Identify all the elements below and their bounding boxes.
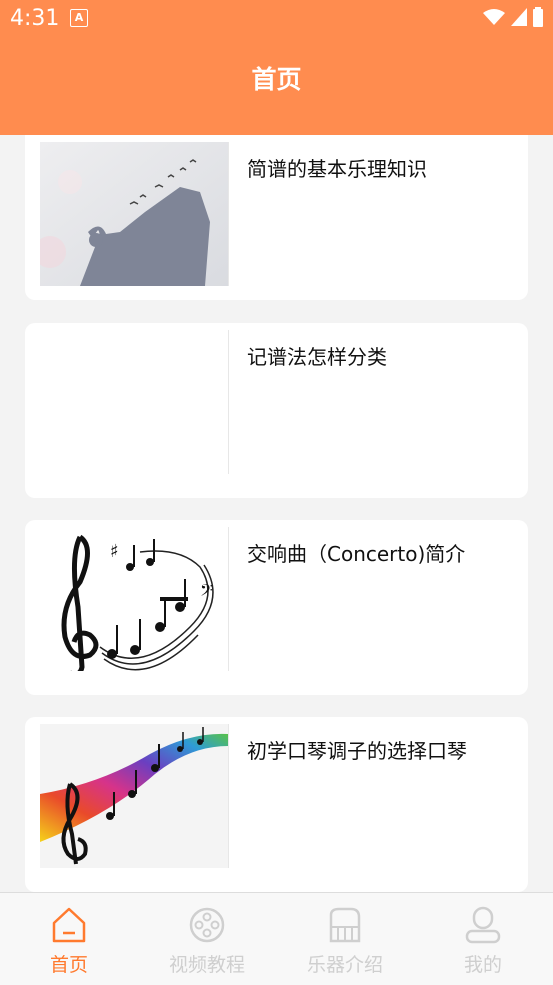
tab-home[interactable]: 首页 [0, 893, 138, 985]
article-title: 记谱法怎样分类 [247, 345, 387, 369]
rainbow-notes-image [40, 727, 228, 865]
svg-text:𝄢: 𝄢 [200, 580, 213, 604]
system-icons [483, 7, 543, 27]
article-thumbnail: ♯ 𝄢 [40, 527, 229, 671]
svg-text:♯: ♯ [110, 541, 119, 562]
tab-label: 首页 [49, 954, 88, 976]
music-notes-image: ♯ 𝄢 [61, 534, 214, 671]
article-thumbnail [40, 330, 229, 474]
app-header: 4:31 A 首页 [0, 0, 553, 135]
film-reel-icon [189, 907, 225, 943]
signal-icon [511, 8, 527, 26]
user-icon [465, 906, 501, 944]
article-title: 初学口琴调子的选择口琴 [247, 739, 467, 763]
tab-instruments[interactable]: 乐器介绍 [276, 893, 414, 985]
tab-profile[interactable]: 我的 [414, 893, 552, 985]
article-title: 交响曲（Concerto)简介 [247, 542, 466, 566]
page-title: 首页 [251, 65, 302, 94]
tab-label: 我的 [463, 954, 502, 976]
article-card[interactable]: ♯ 𝄢 交响曲（Concerto)简介 [25, 520, 528, 695]
tab-video-tutorials[interactable]: 视频教程 [138, 893, 276, 985]
bottom-tab-bar: 首页 视频教程 乐器介绍 我的 [0, 892, 553, 985]
article-card[interactable]: 简谱的基本乐理知识 [25, 135, 528, 300]
battery-icon [533, 7, 543, 27]
article-card[interactable]: 初学口琴调子的选择口琴 [25, 717, 528, 892]
article-thumbnail [40, 142, 229, 286]
status-bar: 4:31 A [0, 0, 553, 36]
status-time: 4:31 [10, 6, 60, 31]
article-thumbnail [40, 724, 229, 868]
piano-icon [329, 907, 361, 943]
notification-icon: A [70, 9, 88, 27]
home-icon [52, 907, 86, 943]
wifi-icon [483, 9, 505, 25]
article-list[interactable]: 简谱的基本乐理知识 记谱法怎样分类 ♯ 𝄢 交响曲（Concerto)简介 初学… [0, 135, 553, 892]
piano-silhouette-image [40, 142, 228, 286]
tab-label: 视频教程 [168, 954, 245, 976]
article-card[interactable]: 记谱法怎样分类 [25, 323, 528, 498]
article-title: 简谱的基本乐理知识 [247, 157, 427, 181]
tab-label: 乐器介绍 [306, 954, 383, 976]
